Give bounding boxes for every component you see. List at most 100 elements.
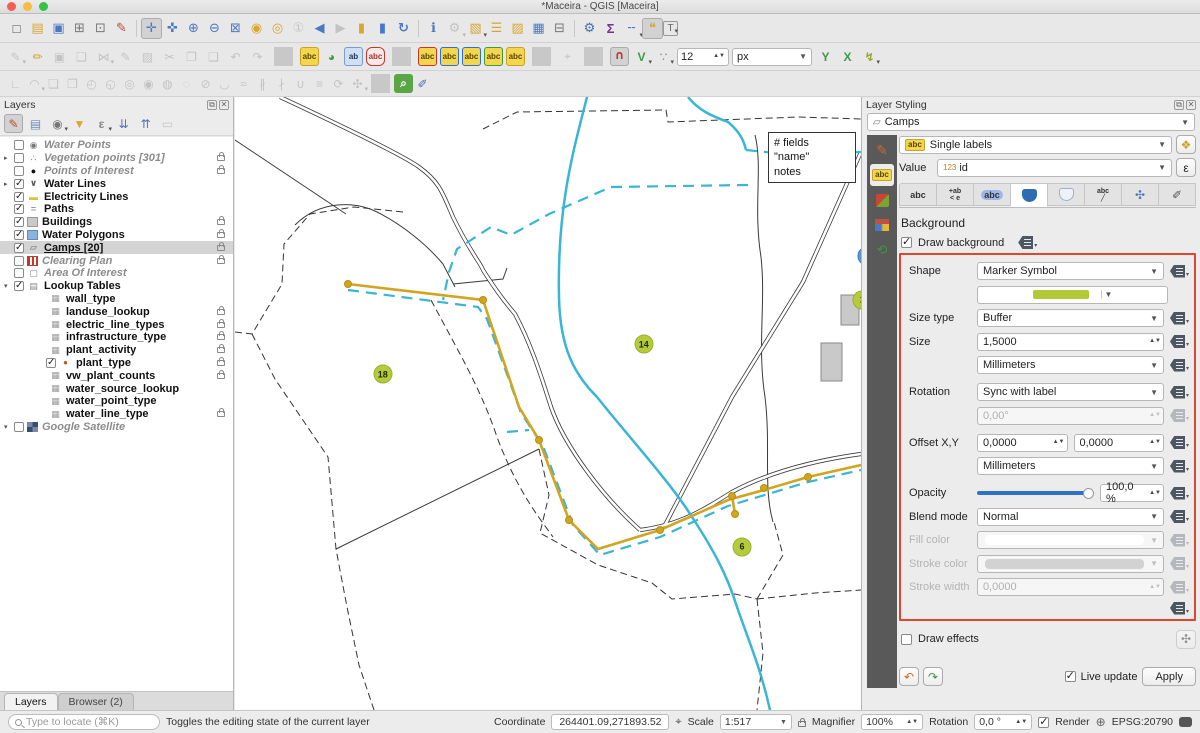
- open-attribute-table-button[interactable]: ▦: [528, 18, 549, 39]
- highlight-pinned-labels-button[interactable]: abc: [366, 47, 385, 66]
- close-panel-button[interactable]: ✕: [219, 100, 229, 110]
- layer-visibility-checkbox[interactable]: [14, 243, 24, 253]
- merge-attributes-button[interactable]: ≡: [310, 74, 329, 93]
- layer-row[interactable]: electric_line_types: [0, 318, 233, 331]
- layer-row[interactable]: Area Of Interest: [0, 267, 233, 280]
- tab-buffer[interactable]: abc: [974, 183, 1011, 206]
- close-panel-button[interactable]: ✕: [1186, 100, 1196, 110]
- merge-features-button[interactable]: ∪: [291, 74, 310, 93]
- select-features-button[interactable]: ▧: [465, 18, 486, 39]
- layer-visibility-checkbox[interactable]: [14, 192, 24, 202]
- zoom-native-button[interactable]: ①: [288, 18, 309, 39]
- layer-diagram-options-button[interactable]: ◕: [322, 47, 341, 66]
- coordinate-input[interactable]: 264401.09,271893.52: [551, 714, 669, 730]
- simplify-feature-button[interactable]: ◵: [101, 74, 120, 93]
- expression-builder-button[interactable]: ε: [1176, 158, 1196, 177]
- style-manager-button[interactable]: ✎: [111, 18, 132, 39]
- rotate-point-symbols-button[interactable]: ⟳: [329, 74, 348, 93]
- zoom-to-selection-button[interactable]: ◉: [246, 18, 267, 39]
- manage-map-themes-button[interactable]: ◉: [48, 114, 67, 133]
- layer-row[interactable]: Clearing Plan: [0, 254, 233, 267]
- offset-point-symbols-button[interactable]: ✣: [348, 74, 367, 93]
- map-canvas[interactable]: 181461 # fields "name" notes: [235, 97, 861, 710]
- layer-row[interactable]: ▾ Lookup Tables: [0, 280, 233, 293]
- show-unplaced-labels-button[interactable]: abc: [462, 47, 481, 66]
- add-ring-button[interactable]: ◎: [120, 74, 139, 93]
- layer-row[interactable]: water_line_type: [0, 408, 233, 421]
- layer-row[interactable]: ▸ Vegetation points [301]: [0, 152, 233, 165]
- layer-visibility-checkbox[interactable]: [14, 256, 24, 266]
- stepper-arrows[interactable]: ▲▼: [1012, 720, 1027, 725]
- layer-row[interactable]: wall_type: [0, 293, 233, 306]
- delete-ring-button[interactable]: ◌: [177, 74, 196, 93]
- expand-all-button[interactable]: ⇊: [114, 114, 133, 133]
- 3d-view-tab[interactable]: [870, 189, 894, 211]
- offset-x-input[interactable]: 0,0000▲▼: [977, 434, 1068, 452]
- undo-button[interactable]: ↶: [226, 47, 245, 66]
- layer-row[interactable]: water_source_lookup: [0, 382, 233, 395]
- opacity-slider[interactable]: [977, 484, 1094, 502]
- crs-indicator[interactable]: EPSG:20790: [1112, 716, 1173, 728]
- rotation-input[interactable]: 0,0 °▲▼: [974, 714, 1032, 730]
- add-part-button[interactable]: ◉: [139, 74, 158, 93]
- stepper-arrows[interactable]: ▲▼: [1050, 440, 1065, 445]
- zoom-full-button[interactable]: ⊠: [225, 18, 246, 39]
- terrain-profile-button[interactable]: ✐: [413, 74, 432, 93]
- delete-selected-button[interactable]: ▨: [138, 47, 157, 66]
- panel-tab[interactable]: Browser (2): [58, 693, 134, 710]
- reshape-features-button[interactable]: ≈: [234, 74, 253, 93]
- identify-features-button[interactable]: ℹ: [423, 18, 444, 39]
- symbology-tab[interactable]: ✎: [870, 139, 894, 161]
- move-label-button[interactable]: abc: [418, 47, 437, 66]
- open-layer-styling-button[interactable]: ✎: [4, 114, 23, 133]
- zoom-last-button[interactable]: ◀: [309, 18, 330, 39]
- select-by-value-button[interactable]: ☰: [486, 18, 507, 39]
- layer-visibility-checkbox[interactable]: [14, 153, 24, 163]
- zoom-next-button[interactable]: ▶: [330, 18, 351, 39]
- show-hide-labels-button[interactable]: abc: [440, 47, 459, 66]
- layer-selector[interactable]: ▱ Camps ▼: [867, 113, 1195, 131]
- apply-button[interactable]: Apply: [1142, 667, 1196, 686]
- pin-unpin-labels-button[interactable]: ab: [344, 47, 363, 66]
- expand-arrow[interactable]: ▸: [4, 180, 14, 188]
- snapping-mode-button[interactable]: V: [632, 47, 651, 66]
- tab-callouts[interactable]: abc ╱: [1085, 183, 1122, 206]
- split-parts-button[interactable]: ∦: [253, 74, 272, 93]
- split-features-button[interactable]: ∤: [272, 74, 291, 93]
- layer-row[interactable]: landuse_lookup: [0, 305, 233, 318]
- cad-tools-button[interactable]: ∟: [6, 74, 25, 93]
- layer-row[interactable]: Camps [20]: [0, 241, 233, 254]
- tab-placement[interactable]: ✣: [1122, 183, 1159, 206]
- measure-line-button[interactable]: ╌: [621, 18, 642, 39]
- messages-icon[interactable]: [1179, 717, 1192, 727]
- copy-features-button[interactable]: ❐: [182, 47, 201, 66]
- override-size-units[interactable]: ▾: [1170, 359, 1189, 372]
- override-blend-mode[interactable]: ▾: [1170, 510, 1189, 523]
- add-group-button[interactable]: ▤: [26, 114, 45, 133]
- size-input[interactable]: 1,5000▲▼: [977, 333, 1164, 351]
- copy-move-feature-button[interactable]: ❐: [63, 74, 82, 93]
- field-calculator-button[interactable]: ⊟: [549, 18, 570, 39]
- layer-visibility-checkbox[interactable]: [14, 422, 24, 432]
- slider-handle[interactable]: [1083, 488, 1094, 499]
- snapping-tolerance-input[interactable]: 12 ▲▼: [677, 48, 729, 66]
- layer-row[interactable]: Water Polygons: [0, 229, 233, 242]
- stepper-arrows[interactable]: ▲▼: [1146, 491, 1161, 496]
- expand-arrow[interactable]: ▸: [4, 154, 14, 162]
- opacity-input[interactable]: 100,0 %▲▼: [1100, 484, 1164, 502]
- layer-row[interactable]: water_point_type: [0, 395, 233, 408]
- vertex-tool-button[interactable]: ⋈: [94, 47, 113, 66]
- undock-panel-button[interactable]: ⧉: [207, 100, 217, 110]
- snapping-units-select[interactable]: px ▼: [732, 48, 812, 66]
- undock-panel-button[interactable]: ⧉: [1174, 100, 1184, 110]
- pan-to-selection-button[interactable]: ✜: [162, 18, 183, 39]
- offset-curve-button[interactable]: ◡: [215, 74, 234, 93]
- fill-ring-button[interactable]: ◍: [158, 74, 177, 93]
- layer-row[interactable]: Water Points: [0, 139, 233, 152]
- map-tips-button[interactable]: ❝: [642, 18, 663, 39]
- layer-visibility-checkbox[interactable]: [46, 358, 56, 368]
- layer-visibility-checkbox[interactable]: [14, 230, 24, 240]
- override-offset-units[interactable]: ▾: [1170, 460, 1189, 473]
- project-properties-button[interactable]: ⊡: [90, 18, 111, 39]
- layer-visibility-checkbox[interactable]: [14, 140, 24, 150]
